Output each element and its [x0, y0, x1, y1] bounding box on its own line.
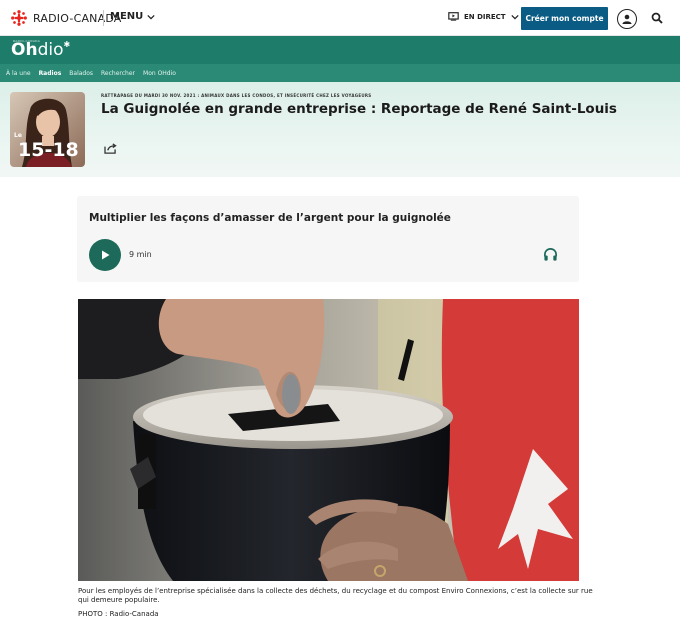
thumb-label: 15-18 — [18, 139, 79, 161]
live-button[interactable]: EN DIRECT — [448, 12, 519, 21]
share-icon[interactable] — [104, 143, 117, 154]
photo-credit: PHOTO : Radio-Canada — [78, 610, 159, 618]
headphones-icon[interactable] — [543, 247, 558, 262]
create-account-button[interactable]: Créer mon compte — [521, 7, 608, 30]
radio-canada-gem-icon — [11, 10, 27, 26]
episode-title: La Guignolée en grande entreprise : Repo… — [101, 101, 617, 117]
nav-item-radios[interactable]: Radios — [39, 70, 62, 77]
audio-title: Multiplier les façons d’amasser de l’arg… — [89, 212, 451, 224]
episode-kicker: RATTRAPAGE DU MARDI 30 NOV. 2021 : ANIMA… — [101, 93, 372, 98]
top-bar: RADIO-CANADA MENU EN DIRECT Créer mon co… — [0, 0, 680, 36]
chevron-down-icon — [510, 14, 519, 19]
chevron-down-icon — [147, 14, 155, 19]
nav-item-rechercher[interactable]: Rechercher — [101, 70, 135, 77]
live-label: EN DIRECT — [464, 12, 506, 21]
user-icon — [622, 14, 632, 24]
radio-canada-logo[interactable]: RADIO-CANADA — [10, 9, 122, 27]
ohdio-bar: RADIO-CANADA Ohdio✱ — [0, 36, 680, 64]
nav-item-mon-ohdio[interactable]: Mon OHdio — [143, 70, 176, 77]
ohdio-logo-bold: Oh — [11, 40, 38, 60]
episode-header: Le 15-18 RATTRAPAGE DU MARDI 30 NOV. 202… — [0, 82, 680, 177]
nav-item-a-la-une[interactable]: À la une — [6, 70, 31, 77]
article-photo — [78, 299, 579, 581]
main-nav: À la une Radios Balados Rechercher Mon O… — [0, 64, 680, 82]
show-thumbnail[interactable]: Le 15-18 — [10, 92, 85, 167]
donation-can-photo — [78, 299, 579, 581]
logo-text: RADIO-CANADA — [33, 11, 122, 25]
thumb-prefix: Le — [14, 132, 22, 139]
play-button[interactable] — [89, 239, 121, 271]
ohdio-logo-rest: dio — [37, 40, 64, 60]
sparkle-icon: ✱ — [63, 40, 71, 49]
photo-caption: Pour les employés de l’entreprise spécia… — [78, 587, 593, 604]
menu-label: MENU — [110, 11, 144, 22]
menu-button[interactable]: MENU — [110, 11, 155, 22]
ohdio-logo[interactable]: Ohdio✱ — [11, 40, 70, 60]
audio-duration: 9 min — [129, 250, 152, 259]
tv-icon — [448, 12, 459, 21]
audio-player-card — [77, 196, 579, 282]
play-icon — [102, 250, 110, 260]
user-account-button[interactable] — [617, 9, 637, 29]
divider — [103, 10, 104, 26]
search-icon[interactable] — [651, 12, 663, 24]
nav-item-balados[interactable]: Balados — [69, 70, 93, 77]
